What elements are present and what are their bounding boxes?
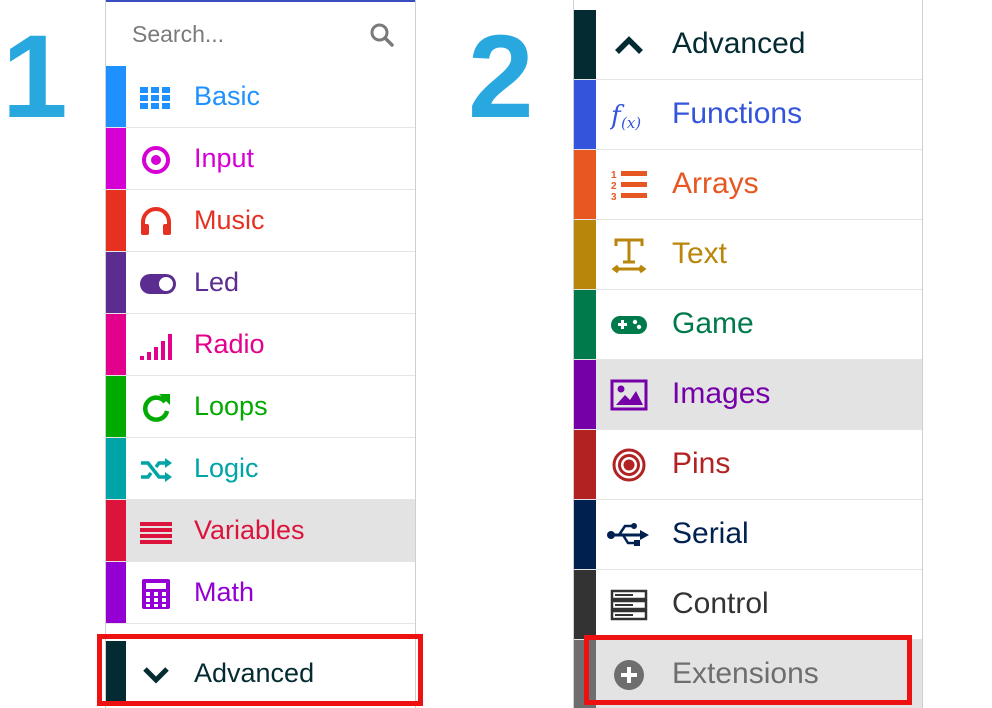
svg-text:(x): (x) (621, 114, 641, 132)
svg-text:1: 1 (611, 170, 617, 181)
category-math[interactable]: Math (106, 562, 415, 624)
category-label: Extensions (672, 657, 819, 690)
text-icon (610, 236, 648, 274)
category-variables[interactable]: Variables (106, 500, 415, 562)
category-images[interactable]: Images (574, 360, 922, 430)
category-loops[interactable]: Loops (106, 376, 415, 438)
gamepad-icon (610, 306, 648, 344)
category-label: Arrays (672, 167, 759, 200)
category-label: Variables (194, 515, 305, 545)
category-color-bar (106, 128, 126, 189)
category-label: Game (672, 307, 754, 340)
category-label: Serial (672, 517, 749, 550)
category-game[interactable]: Game (574, 290, 922, 360)
category-input[interactable]: Input (106, 128, 415, 190)
step-number-1: 1 (2, 11, 68, 143)
category-label: Images (672, 377, 771, 410)
category-text[interactable]: Text (574, 220, 922, 290)
category-label: Advanced (194, 657, 315, 688)
toggle-icon (139, 267, 176, 301)
server-icon (610, 586, 648, 624)
category-logic[interactable]: Logic (106, 438, 415, 500)
calculator-icon (139, 577, 173, 611)
list-lines-icon (139, 515, 173, 549)
category-color-bar (106, 641, 126, 705)
category-color-bar (106, 66, 126, 127)
category-basic[interactable]: Basic (106, 66, 415, 128)
category-pins[interactable]: Pins (574, 430, 922, 500)
chevron-down-icon (139, 657, 173, 691)
category-color-bar (106, 190, 126, 251)
category-label: Functions (672, 97, 803, 130)
category-color-bar (106, 376, 126, 437)
svg-text:2: 2 (611, 181, 617, 192)
category-label: Loops (194, 391, 268, 421)
category-radio[interactable]: Radio (106, 314, 415, 376)
category-serial[interactable]: Serial (574, 500, 922, 570)
image-icon (610, 376, 648, 414)
category-label: Input (194, 143, 255, 173)
category-color-bar (574, 150, 596, 219)
category-extensions[interactable]: Extensions (574, 640, 922, 708)
svg-text:3: 3 (611, 192, 617, 203)
category-label: Music (194, 205, 265, 235)
category-music[interactable]: Music (106, 190, 415, 252)
category-color-bar (574, 500, 596, 569)
category-led[interactable]: Led (106, 252, 415, 314)
signal-bars-icon (139, 329, 173, 363)
category-advanced[interactable]: Advanced (574, 10, 922, 80)
function-icon: f (x) (610, 96, 648, 134)
category-color-bar (106, 252, 126, 313)
category-label: Text (672, 237, 728, 270)
category-arrays[interactable]: 123 Arrays (574, 150, 922, 220)
category-label: Control (672, 587, 769, 620)
numbered-list-icon: 123 (610, 166, 648, 204)
toolbox-panel-expanded: Advanced f (x) Functions 123 Arrays Text … (573, 0, 923, 708)
category-color-bar (106, 438, 126, 499)
category-color-bar (574, 640, 596, 708)
toolbox-panel-collapsed: Basic Input Music Led Radio (105, 0, 416, 708)
category-color-bar (574, 80, 596, 149)
category-label: Math (194, 577, 255, 607)
category-label: Radio (194, 329, 265, 359)
plus-circle-icon (610, 656, 648, 694)
usb-icon (606, 516, 649, 554)
step-number-2: 2 (468, 11, 534, 143)
shuffle-icon (139, 453, 173, 487)
category-color-bar (106, 314, 126, 375)
category-label: Advanced (672, 27, 806, 60)
chevron-up-icon (610, 26, 648, 64)
category-color-bar (574, 220, 596, 289)
category-label: Pins (672, 447, 731, 480)
search-icon[interactable] (369, 22, 395, 48)
category-color-bar (574, 570, 596, 639)
grid-icon (139, 81, 173, 115)
category-advanced[interactable]: Advanced (106, 641, 415, 705)
headphones-icon (139, 205, 173, 239)
category-color-bar (574, 360, 596, 429)
radio-button-icon (139, 143, 173, 177)
category-color-bar (574, 290, 596, 359)
category-color-bar (574, 430, 596, 499)
search-input[interactable] (132, 20, 362, 48)
refresh-icon (139, 391, 173, 425)
category-color-bar (106, 562, 126, 623)
category-label: Led (194, 267, 240, 297)
category-color-bar (106, 500, 126, 561)
category-functions[interactable]: f (x) Functions (574, 80, 922, 150)
category-label: Basic (194, 81, 261, 111)
category-label: Logic (194, 453, 259, 483)
search-box[interactable] (106, 2, 415, 66)
category-color-bar (574, 10, 596, 79)
category-control[interactable]: Control (574, 570, 922, 640)
target-icon (610, 446, 648, 484)
